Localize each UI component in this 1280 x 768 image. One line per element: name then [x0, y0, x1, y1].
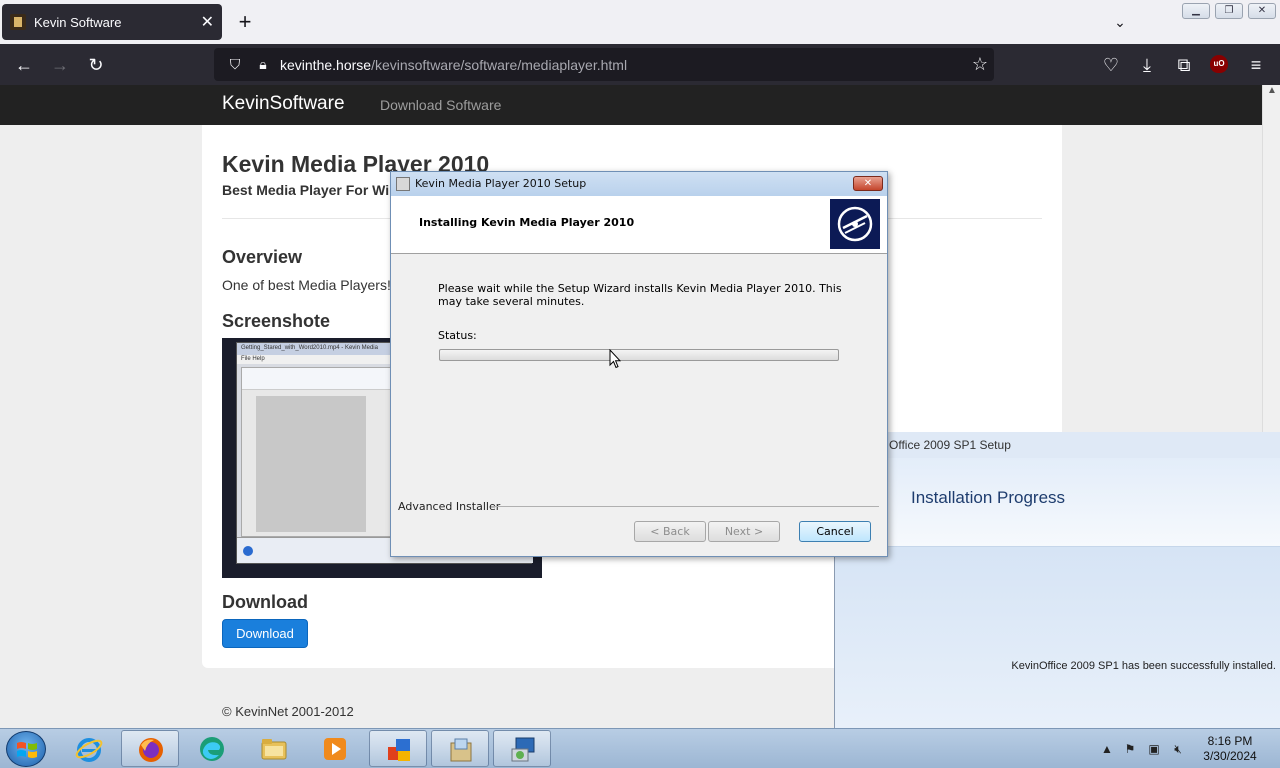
nav-link-download-software[interactable]: Download Software: [380, 97, 501, 113]
browser-toolbar: ← → ↻ ⛉ 🔒︎ kevinthe.horse/kevinsoftware/…: [0, 44, 1280, 85]
status-label: Status:: [438, 329, 477, 342]
advanced-installer-label: Advanced Installer: [398, 500, 501, 513]
overview-text: One of best Media Players! F: [222, 277, 404, 293]
new-tab-button[interactable]: +: [232, 8, 258, 36]
back-button[interactable]: ←: [13, 54, 35, 76]
url-path: /kevinsoftware/software/mediaplayer.html: [371, 56, 628, 73]
next-button-dialog[interactable]: Next >: [708, 521, 780, 542]
taskbar-setup-package[interactable]: [431, 730, 489, 767]
dialog-description: Please wait while the Setup Wizard insta…: [438, 282, 842, 308]
scroll-up-arrow-icon[interactable]: ▲: [1263, 85, 1280, 101]
internet-explorer-icon: [75, 738, 103, 762]
installer-icon: [511, 737, 535, 762]
menu-hamburger-icon[interactable]: ≡: [1245, 54, 1267, 76]
lock-icon[interactable]: 🔒︎: [252, 56, 274, 73]
minimize-window-button[interactable]: ▁: [1182, 3, 1210, 19]
install-progress-bar: [439, 349, 839, 361]
dialog-close-button[interactable]: ✕: [853, 176, 883, 191]
brand-divider: [491, 506, 879, 507]
pocket-icon[interactable]: ♡: [1100, 54, 1122, 76]
taskbar-file-explorer[interactable]: [245, 730, 303, 767]
browser-tab-bar: Kevin Software ✕ + ⌄ ▁ ❐ ✕: [0, 0, 1280, 44]
office-setup-body: [835, 546, 1280, 728]
office-setup-message: KevinOffice 2009 SP1 has been successful…: [1011, 660, 1276, 672]
cancel-button[interactable]: Cancel: [799, 521, 871, 542]
dialog-header-panel: Installing Kevin Media Player 2010: [391, 196, 887, 254]
office-setup-header: Installation Progress: [835, 458, 1280, 546]
office-setup-window[interactable]: Office 2009 SP1 Setup Installation Progr…: [834, 432, 1280, 728]
taskbar-installer[interactable]: [493, 730, 551, 767]
reload-button[interactable]: ↻: [85, 54, 107, 76]
url-host: kevinthe.horse: [280, 56, 372, 73]
office-setup-title: Office 2009 SP1 Setup: [889, 438, 1011, 452]
bookmark-star-icon[interactable]: ☆: [972, 54, 988, 75]
download-heading: Download: [222, 592, 308, 612]
folder-icon: [261, 739, 287, 760]
network-icon[interactable]: ▣: [1146, 741, 1162, 757]
site-navbar: KevinSoftware Download Software: [0, 85, 1262, 125]
taskbar-firefox[interactable]: [121, 730, 179, 767]
downloads-icon[interactable]: ⤓: [1136, 54, 1158, 76]
dialog-heading: Installing Kevin Media Player 2010: [419, 216, 635, 229]
taskbar-edge[interactable]: [183, 730, 241, 767]
download-button[interactable]: Download: [222, 619, 308, 648]
dialog-title: Kevin Media Player 2010 Setup: [415, 177, 587, 190]
start-button[interactable]: [6, 731, 46, 767]
footer-copyright: © KevinNet 2001-2012: [222, 704, 354, 719]
screenshot-document-area: [256, 396, 366, 532]
clock-date: 3/30/2024: [1203, 749, 1257, 763]
taskbar-internet-explorer[interactable]: [60, 730, 118, 767]
volume-muted-icon[interactable]: 🔇︎: [1170, 741, 1186, 757]
windows-taskbar: ▲ ⚑ ▣ 🔇︎ 8:16 PM 3/30/2024: [0, 728, 1280, 768]
shield-icon[interactable]: ⛉: [224, 56, 246, 73]
installer-app-icon: [396, 177, 410, 191]
mouse-cursor-icon: [609, 349, 621, 369]
setup-dialog[interactable]: Kevin Media Player 2010 Setup ✕ Installi…: [390, 171, 888, 557]
screenshot-video-frame: [241, 367, 401, 537]
extensions-icon[interactable]: ⧉: [1173, 54, 1195, 76]
media-player-icon: [324, 738, 346, 760]
tab-title: Kevin Software: [34, 14, 122, 30]
taskbar-media-player[interactable]: [306, 730, 364, 767]
office-setup-heading: Installation Progress: [911, 488, 1066, 507]
overview-heading: Overview: [222, 247, 303, 267]
close-tab-icon[interactable]: ✕: [201, 12, 214, 32]
ublock-origin-icon[interactable]: uO: [1210, 55, 1228, 73]
list-all-tabs-button[interactable]: ⌄: [1108, 10, 1132, 34]
system-clock[interactable]: 8:16 PM 3/30/2024: [1196, 734, 1264, 764]
forward-button[interactable]: →: [49, 54, 71, 76]
site-favicon-icon: [10, 14, 26, 30]
setup-package-icon: [450, 738, 472, 762]
back-button-dialog[interactable]: < Back: [634, 521, 706, 542]
action-center-flag-icon[interactable]: ⚑: [1122, 741, 1138, 757]
screenshot-heading: Screenshote: [222, 311, 331, 331]
show-hidden-icons-button[interactable]: ▲: [1099, 741, 1115, 757]
restore-window-button[interactable]: ❐: [1215, 3, 1243, 19]
clock-time: 8:16 PM: [1207, 734, 1253, 748]
screenshot-ribbon: [242, 368, 400, 390]
firefox-icon: [139, 738, 163, 762]
media-player-logo-icon: [830, 199, 880, 249]
screenshot-play-icon: [243, 546, 253, 556]
page-subtitle: Best Media Player For Win: [222, 182, 398, 198]
browser-tab-active[interactable]: Kevin Software ✕: [2, 4, 222, 40]
address-bar[interactable]: ⛉ 🔒︎ kevinthe.horse/kevinsoftware/softwa…: [214, 48, 994, 81]
dialog-titlebar[interactable]: Kevin Media Player 2010 Setup ✕: [391, 172, 887, 196]
taskbar-office[interactable]: [369, 730, 427, 767]
office-icon: [388, 739, 410, 761]
site-brand[interactable]: KevinSoftware: [222, 93, 345, 115]
windows-logo-icon: [17, 742, 37, 758]
edge-icon: [200, 737, 224, 761]
close-window-button[interactable]: ✕: [1248, 3, 1276, 19]
